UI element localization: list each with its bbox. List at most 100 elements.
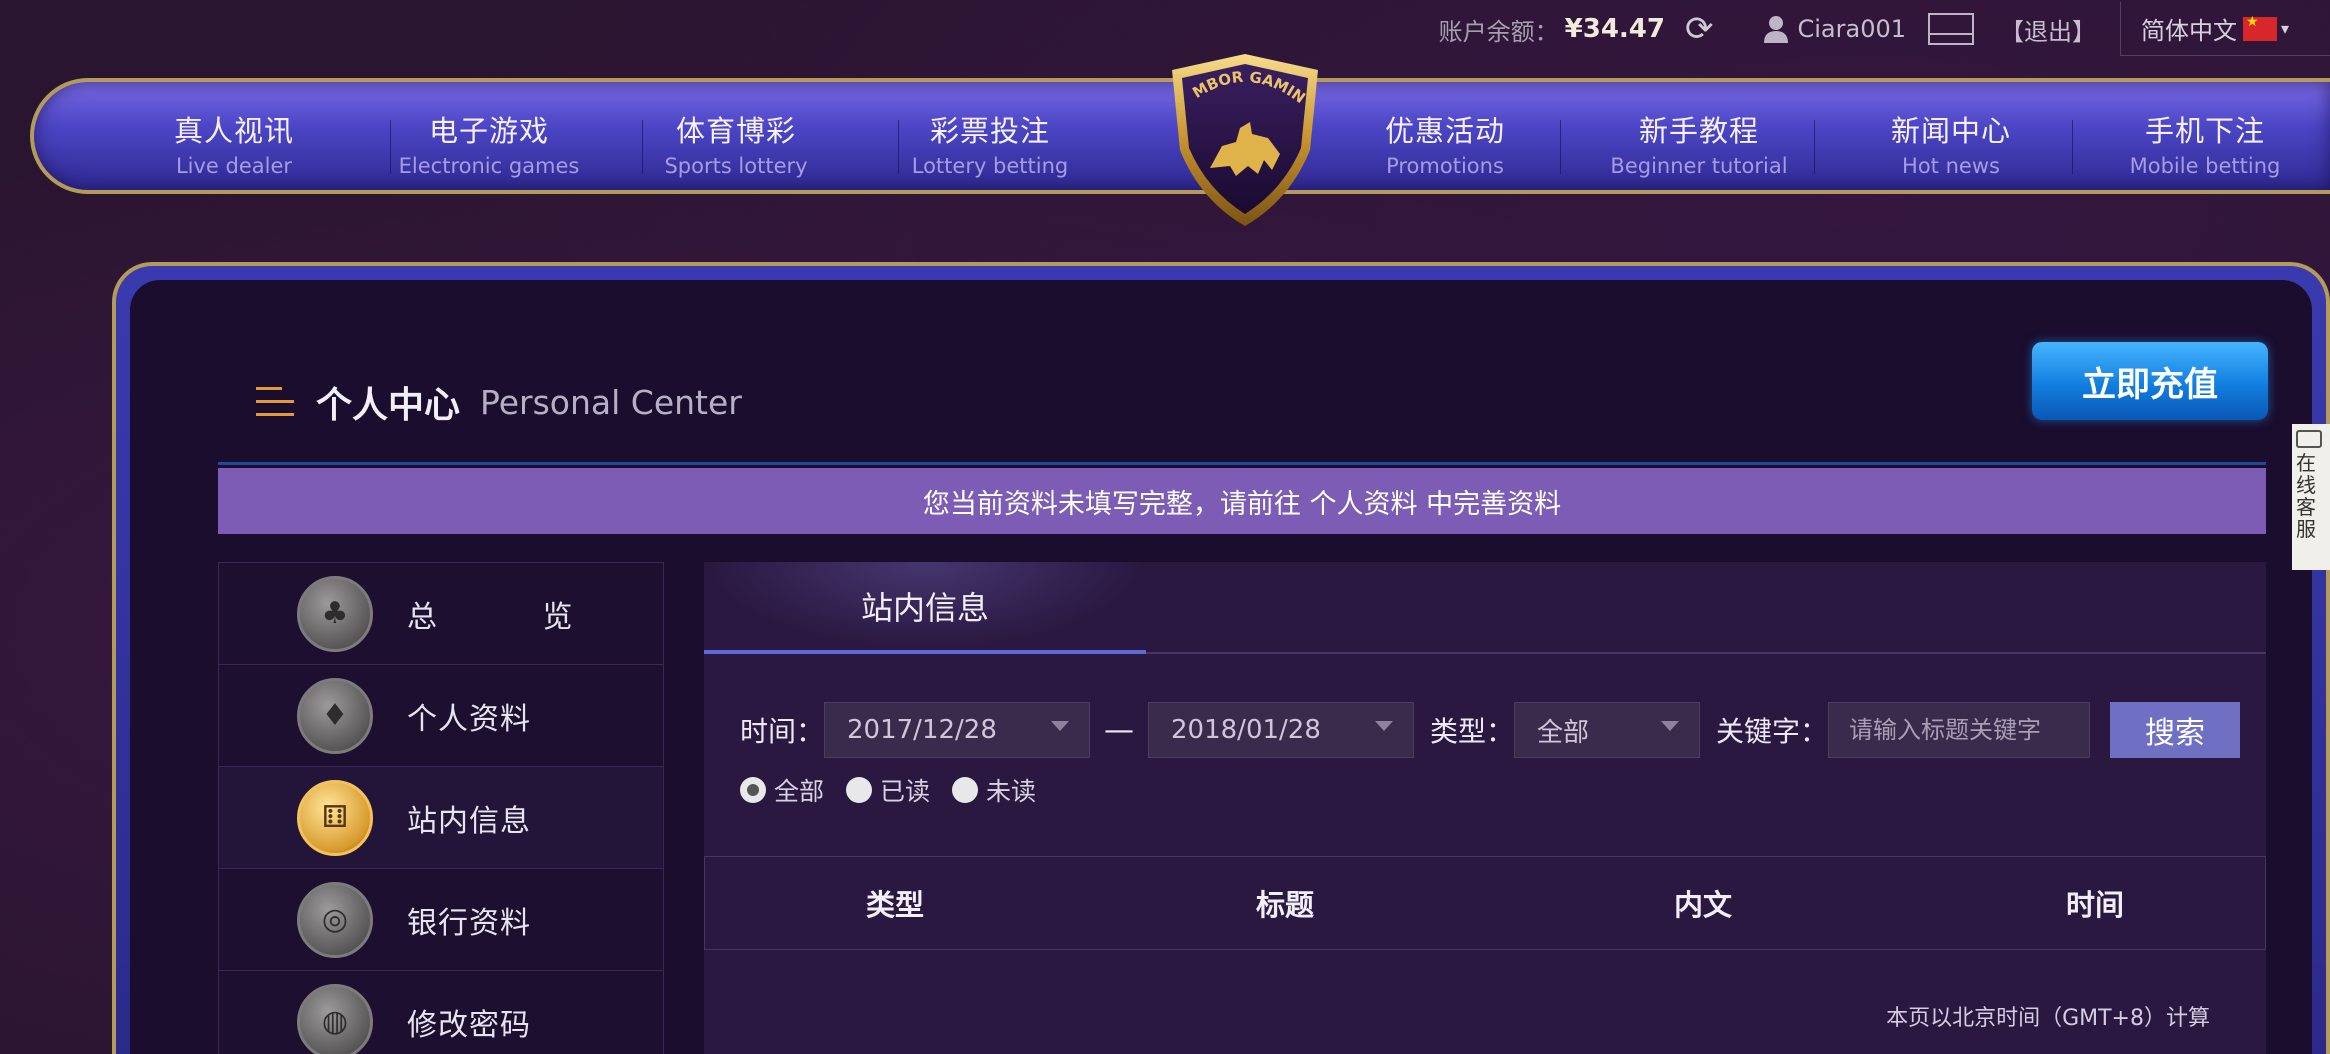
nav-item-en: Live dealer	[175, 154, 293, 178]
recharge-button[interactable]: 立即充值	[2032, 342, 2268, 420]
nav-item-zh: 新手教程	[1638, 114, 1759, 148]
nav-item-zh: 彩票投注	[929, 114, 1050, 148]
filter-bar: 时间： 2017/12/28 — 2018/01/28 类型： 全部 关键字： …	[740, 702, 2241, 758]
nav-item-mobile-betting[interactable]: 手机下注 Mobile betting	[2090, 108, 2320, 178]
nav-item-zh: 电子游戏	[428, 114, 549, 148]
nav-item-zh: 体育博彩	[675, 114, 796, 148]
clubs-card-icon: ♣	[297, 575, 373, 652]
messages-content: 站内信息 时间： 2017/12/28 — 2018/01/28 类型： 全部	[704, 562, 2266, 1054]
nav-item-zh: 优惠活动	[1384, 114, 1505, 148]
end-date-value: 2018/01/28	[1171, 715, 1321, 745]
radio-label: 全部	[774, 777, 825, 806]
support-char: 客	[2296, 495, 2316, 519]
dice-icon: ⚅	[297, 779, 373, 856]
chevron-down-icon	[1051, 721, 1070, 731]
nav-item-zh: 新闻中心	[1890, 114, 2011, 148]
nav-item-en: Mobile betting	[2129, 154, 2281, 178]
nav-item-en: Lottery betting	[911, 154, 1069, 178]
tab-messages[interactable]: 站内信息	[704, 562, 1146, 654]
radio-unread[interactable]: 未读	[952, 772, 1036, 808]
personal-center-panel: 个人中心 Personal Center 立即充值 您当前资料未填写完整，请前往…	[130, 280, 2312, 1054]
logout-link[interactable]: 【退出】	[2000, 12, 2096, 47]
roulette-icon: ◎	[297, 881, 373, 958]
account-sidebar: ♣ 总 览 ♦ 个人资料 ⚅ 站内信息 ◎ 银行资料 ◍ 修改密码	[218, 562, 664, 1054]
chevron-down-icon: ▾	[2281, 19, 2290, 38]
nav-item-en: Promotions	[1386, 154, 1504, 178]
language-selector[interactable]: 简体中文 ▾	[2120, 2, 2330, 56]
type-select[interactable]: 全部	[1514, 702, 1701, 758]
support-char: 在	[2296, 451, 2316, 475]
nav-item-en: Hot news	[1902, 154, 2000, 178]
sidebar-item-bank[interactable]: ◎ 银行资料	[219, 869, 663, 971]
end-date-select[interactable]: 2018/01/28	[1148, 702, 1415, 758]
sidebar-item-profile[interactable]: ♦ 个人资料	[219, 665, 663, 767]
language-label: 简体中文	[2141, 17, 2237, 45]
chevron-down-icon	[1375, 721, 1394, 731]
mail-icon[interactable]	[1928, 13, 1974, 45]
sidebar-item-label: 站内信息	[407, 803, 531, 839]
date-separator: —	[1104, 712, 1135, 748]
column-header-time: 时间	[2065, 888, 2124, 922]
support-char: 服	[2296, 517, 2316, 541]
page-title: 个人中心	[316, 385, 461, 426]
lambor-gaming-logo[interactable]: LAMBOR GAMING	[1160, 50, 1330, 230]
nav-item-zh: 手机下注	[2144, 114, 2265, 148]
search-button[interactable]: 搜索	[2110, 702, 2241, 758]
nav-divider	[1814, 120, 1815, 174]
balance-value: ¥34.47	[1564, 14, 1665, 44]
sidebar-item-label: 修改密码	[407, 1007, 531, 1043]
chevron-down-icon	[1661, 721, 1680, 731]
nav-item-en: Beginner tutorial	[1610, 154, 1788, 178]
page-header: 个人中心 Personal Center	[256, 376, 742, 428]
sidebar-item-label: 个人资料	[407, 701, 531, 737]
balance-label: 账户余额：	[1438, 17, 1559, 46]
radio-circle	[740, 777, 766, 803]
refresh-icon[interactable]: ⟳	[1685, 9, 1714, 49]
radio-label: 未读	[986, 777, 1037, 806]
radio-label: 已读	[880, 777, 931, 806]
page-subtitle: Personal Center	[480, 382, 742, 422]
radio-circle	[846, 777, 873, 803]
nav-item-en: Electronic games	[398, 154, 580, 178]
personal-center-frame: 个人中心 Personal Center 立即充值 您当前资料未填写完整，请前往…	[112, 262, 2330, 1054]
column-header-content: 内文	[1673, 888, 1732, 922]
time-label: 时间：	[740, 715, 825, 748]
tab-bar: 站内信息	[704, 562, 2266, 654]
nav-item-sports-lottery[interactable]: 体育博彩 Sports lottery	[621, 108, 851, 178]
type-value: 全部	[1537, 717, 1590, 748]
messages-table-header: 类型 标题 内文 时间	[704, 856, 2266, 950]
nav-item-lottery-betting[interactable]: 彩票投注 Lottery betting	[875, 108, 1105, 178]
online-support-tab[interactable]: 在 线 客 服	[2292, 424, 2330, 570]
sidebar-item-overview[interactable]: ♣ 总 览	[219, 563, 663, 665]
china-flag-icon	[2243, 14, 2277, 41]
radio-read[interactable]: 已读	[846, 772, 930, 808]
diamond-card-icon: ♦	[297, 677, 373, 754]
column-header-title: 标题	[1255, 888, 1314, 922]
radio-all[interactable]: 全部	[740, 772, 824, 808]
menu-icon	[256, 387, 294, 417]
sidebar-item-label: 银行资料	[407, 905, 531, 941]
radio-circle	[952, 777, 979, 803]
support-char: 线	[2296, 473, 2316, 497]
nav-item-live-dealer[interactable]: 真人视讯 Live dealer	[119, 108, 349, 178]
nav-divider	[2072, 120, 2073, 174]
nav-item-promotions[interactable]: 优惠活动 Promotions	[1330, 108, 1560, 178]
nav-item-electronic-games[interactable]: 电子游戏 Electronic games	[374, 108, 604, 178]
chips-icon: ◍	[297, 983, 373, 1054]
nav-item-beginner-tutorial[interactable]: 新手教程 Beginner tutorial	[1584, 108, 1814, 178]
profile-incomplete-notice: 您当前资料未填写完整，请前往 个人资料 中完善资料	[218, 468, 2266, 534]
username[interactable]: Ciara001	[1797, 15, 1906, 43]
header-divider	[218, 462, 2266, 465]
start-date-select[interactable]: 2017/12/28	[824, 702, 1091, 758]
chat-icon	[2296, 430, 2322, 448]
sidebar-item-messages[interactable]: ⚅ 站内信息	[219, 767, 663, 869]
column-header-type: 类型	[865, 888, 924, 922]
timezone-note: 本页以北京时间（GMT+8）计算	[1886, 1006, 2210, 1031]
nav-item-hot-news[interactable]: 新闻中心 Hot news	[1836, 108, 2066, 178]
keyword-label: 关键字：	[1716, 715, 1829, 748]
sidebar-item-change-password[interactable]: ◍ 修改密码	[219, 971, 663, 1054]
keyword-input[interactable]	[1828, 702, 2091, 758]
user-icon	[1764, 16, 1789, 43]
type-label: 类型：	[1430, 715, 1515, 748]
read-status-filter: 全部 已读 未读	[740, 772, 1058, 808]
